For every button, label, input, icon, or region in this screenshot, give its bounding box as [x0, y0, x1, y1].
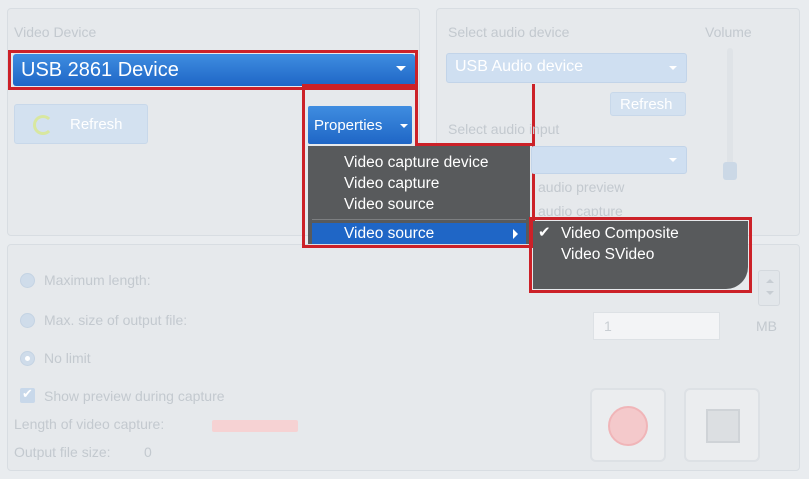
length-of-capture-label: Length of video capture:: [14, 416, 165, 432]
record-button[interactable]: [590, 388, 666, 462]
properties-highlight-side: [415, 84, 418, 146]
chevron-down-icon: [669, 66, 677, 70]
radio-selected-dot: [25, 356, 30, 361]
show-preview-checkbox[interactable]: ✔: [20, 386, 35, 403]
audio-refresh-button[interactable]: Refresh: [610, 92, 686, 116]
properties-highlight: [302, 84, 535, 248]
max-length-spinner[interactable]: [758, 270, 780, 306]
chevron-down-icon: [669, 158, 677, 162]
video-device-label: Video Device: [14, 24, 97, 40]
max-size-label: Max. size of output file:: [44, 312, 188, 328]
audio-device-select[interactable]: USB Audio device: [446, 53, 687, 83]
audio-refresh-label: Refresh: [620, 96, 673, 113]
volume-slider-thumb[interactable]: [723, 162, 737, 180]
record-icon: [608, 406, 648, 446]
volume-label: Volume: [705, 24, 752, 40]
video-refresh-label: Refresh: [70, 116, 123, 133]
output-size-label: Output file size:: [14, 444, 111, 460]
audio-input-select[interactable]: [531, 146, 687, 174]
properties-highlight-top-left: [302, 84, 305, 106]
length-of-capture-value: [212, 420, 298, 432]
max-length-label: Maximum length:: [44, 272, 151, 288]
stop-button[interactable]: [684, 388, 760, 462]
video-refresh-button[interactable]: Refresh: [14, 104, 148, 144]
show-preview-label: Show preview during capture: [44, 388, 225, 404]
max-length-radio[interactable]: [20, 273, 35, 288]
max-size-radio[interactable]: [20, 313, 35, 328]
checkmark-icon: ✔: [22, 386, 33, 401]
no-limit-radio[interactable]: [20, 351, 35, 366]
refresh-icon: [33, 115, 53, 135]
output-size-value: 0: [144, 444, 152, 460]
max-size-input[interactable]: 1: [593, 312, 720, 340]
select-audio-device-label: Select audio device: [448, 24, 570, 40]
volume-slider-track[interactable]: [727, 48, 733, 178]
size-unit-label: MB: [756, 318, 777, 334]
max-size-value: 1: [604, 318, 612, 334]
audio-preview-label: audio preview: [538, 179, 625, 195]
stop-icon: [706, 409, 740, 443]
audio-capture-label: audio capture: [538, 203, 623, 216]
spinner-up-icon: [766, 279, 774, 283]
select-audio-input-label: Select audio input: [448, 121, 560, 137]
submenu-highlight: [529, 217, 752, 293]
no-limit-label: No limit: [44, 350, 91, 366]
spinner-down-icon: [766, 291, 774, 295]
audio-device-value: USB Audio device: [455, 58, 584, 75]
properties-highlight-connector: [302, 84, 418, 87]
properties-highlight-step: [415, 143, 535, 146]
